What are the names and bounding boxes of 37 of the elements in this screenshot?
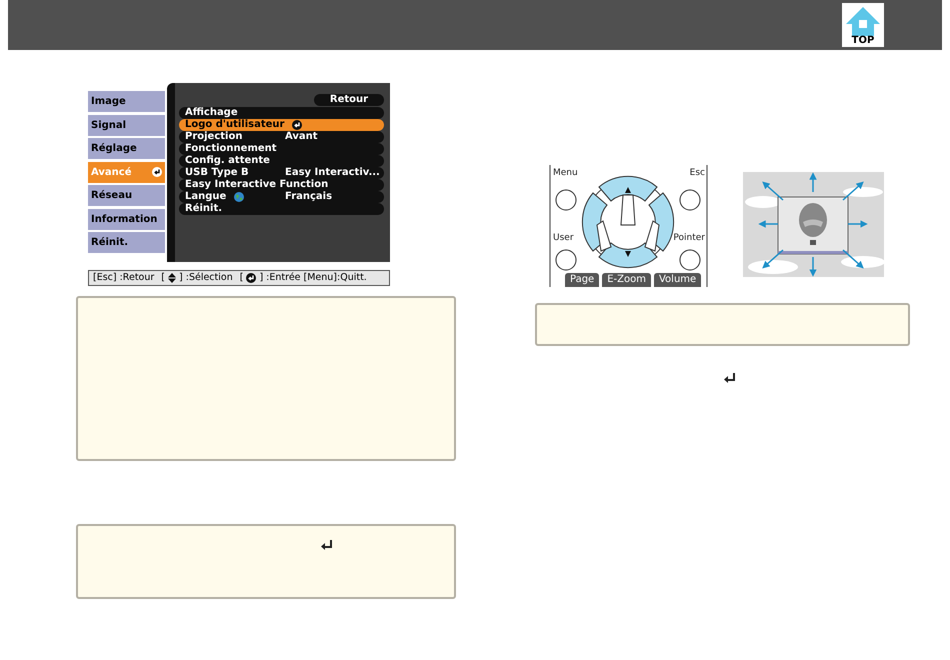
remote-button-label: Pointer xyxy=(673,234,705,243)
menu-item[interactable]: Config. attente xyxy=(179,155,384,167)
menu-tab[interactable]: Réinit. xyxy=(88,232,165,253)
menu-tab[interactable]: Image xyxy=(88,91,165,112)
menu-tab[interactable]: Signal xyxy=(88,114,165,136)
up-down-icon xyxy=(168,273,176,283)
top-button[interactable]: TOP xyxy=(842,3,884,47)
return-arrow-icon xyxy=(724,373,736,383)
enter-icon xyxy=(292,120,302,130)
return-arrow-icon xyxy=(321,540,333,550)
menu-item[interactable]: Fonctionnement xyxy=(179,143,384,155)
remote-button-label: Esc xyxy=(690,169,705,178)
remote-key: Page xyxy=(565,273,600,287)
hint-text: ] :Entrée xyxy=(259,270,301,285)
remote-button-label: Menu xyxy=(553,169,578,178)
menu-tab[interactable]: Information xyxy=(88,208,165,230)
remote-key: E-Zoom xyxy=(602,273,651,287)
menu-item[interactable]: Réinit. xyxy=(179,203,384,215)
enter-icon xyxy=(152,167,162,177)
menu-tab[interactable]: Réseau xyxy=(88,185,165,206)
back-button[interactable]: Retour xyxy=(314,94,384,106)
house-icon xyxy=(845,6,881,36)
hint-text: [Menu]:Quitt. xyxy=(304,270,367,285)
menu-item[interactable]: Easy Interactive Function xyxy=(179,179,384,191)
hint-text: [ xyxy=(161,270,166,285)
menu-item[interactable]: Langue Français xyxy=(179,191,384,203)
hint-text: [Esc] :Retour xyxy=(93,270,154,285)
menu-item[interactable]: Logo d'utilisateur xyxy=(179,119,384,131)
menu-tab[interactable]: Réglage xyxy=(88,138,165,159)
remote-button-label: User xyxy=(553,234,574,243)
menu-item[interactable]: USB Type B Easy Interactiv... xyxy=(179,167,384,179)
hint-text: ] :Sélection xyxy=(179,270,233,285)
menu-item[interactable]: Affichage xyxy=(179,107,384,119)
remote-key: Volume xyxy=(654,273,702,287)
menu-item[interactable]: Projection Avant xyxy=(179,131,384,143)
enter-icon xyxy=(246,273,256,283)
hint-text: [ xyxy=(240,270,244,285)
